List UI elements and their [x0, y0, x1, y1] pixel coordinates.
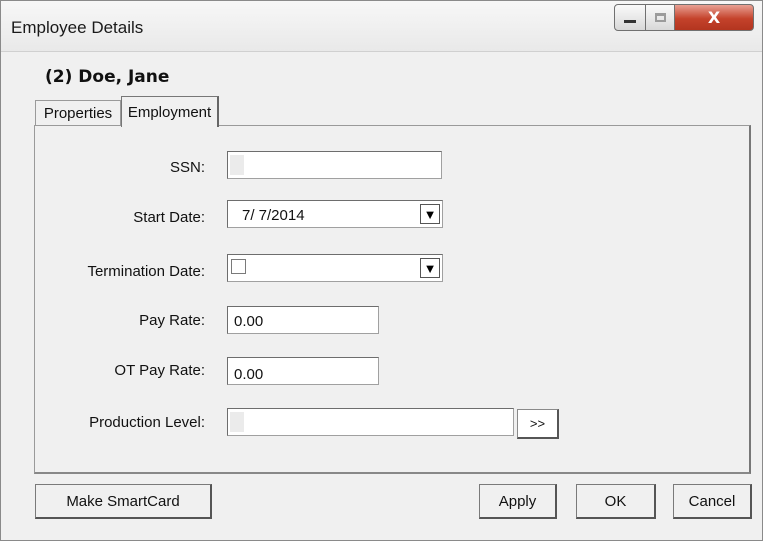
start-date-value: 7/ 7/2014	[242, 207, 305, 224]
minimize-button[interactable]	[614, 4, 646, 31]
apply-label: Apply	[498, 492, 537, 510]
production-level-input-stub	[230, 412, 244, 432]
production-level-browse-button[interactable]: >>	[517, 409, 559, 439]
make-smartcard-label: Make SmartCard	[66, 492, 180, 510]
termination-date-picker[interactable]: ▼	[227, 254, 443, 282]
production-level-label: Production Level:	[89, 414, 205, 431]
maximize-icon	[654, 13, 666, 22]
tab-employment-label: Employment	[127, 103, 212, 121]
tab-properties-label: Properties	[43, 105, 113, 122]
ot-pay-rate-label: OT Pay Rate:	[114, 362, 205, 379]
apply-button[interactable]: Apply	[479, 484, 557, 519]
pay-rate-value: 0.00	[234, 313, 264, 330]
close-button[interactable]: X	[674, 4, 754, 31]
start-date-label: Start Date:	[133, 209, 205, 226]
termination-date-label: Termination Date:	[87, 263, 205, 280]
browse-icon: >>	[529, 416, 546, 431]
record-title: (2) Doe, Jane	[45, 67, 170, 87]
chevron-down-icon: ▼	[423, 260, 437, 276]
ot-pay-rate-value: 0.00	[234, 366, 264, 383]
tab-properties[interactable]: Properties	[35, 100, 121, 126]
termination-date-checkbox[interactable]	[231, 259, 246, 274]
close-icon: X	[707, 8, 721, 27]
start-date-dropdown-button[interactable]: ▼	[420, 204, 440, 224]
cancel-label: Cancel	[688, 492, 736, 510]
ssn-label: SSN:	[169, 159, 205, 176]
chevron-down-icon: ▼	[423, 206, 437, 222]
termination-date-dropdown-button[interactable]: ▼	[420, 258, 440, 278]
ssn-input[interactable]	[227, 151, 442, 179]
window-title: Employee Details	[11, 18, 144, 37]
ok-label: OK	[604, 492, 627, 510]
production-level-input[interactable]	[227, 408, 514, 436]
start-date-picker[interactable]: 7/ 7/2014 ▼	[227, 200, 443, 228]
ot-pay-rate-input[interactable]: 0.00	[227, 357, 379, 385]
pay-rate-label: Pay Rate:	[139, 312, 205, 329]
ok-button[interactable]: OK	[576, 484, 656, 519]
tab-employment[interactable]: Employment	[121, 96, 219, 127]
maximize-button[interactable]	[645, 4, 675, 31]
ssn-input-stub	[230, 155, 244, 175]
pay-rate-input[interactable]: 0.00	[227, 306, 379, 334]
make-smartcard-button[interactable]: Make SmartCard	[35, 484, 212, 519]
title-bar[interactable]: Employee Details X	[1, 1, 762, 52]
minimize-icon	[624, 20, 636, 23]
employee-details-window: Employee Details X (2) Doe, Jane Propert…	[0, 0, 763, 541]
cancel-button[interactable]: Cancel	[673, 484, 752, 519]
